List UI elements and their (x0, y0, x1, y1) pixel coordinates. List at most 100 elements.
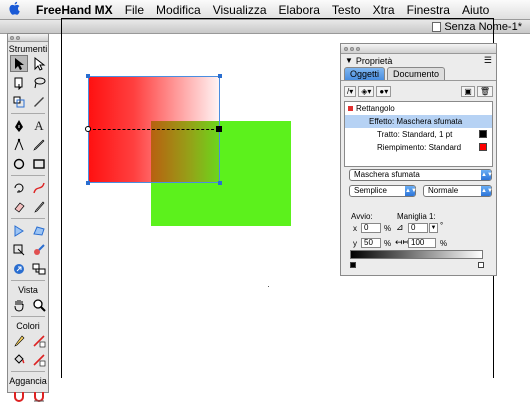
y-label: y (353, 239, 357, 248)
graphic-hose-tool-icon[interactable] (30, 241, 48, 258)
snap-magnet-alt-icon[interactable] (30, 387, 48, 404)
tools-title: Strumenti (8, 44, 48, 54)
y-input[interactable]: 50 (361, 238, 381, 248)
blend-mode-value: Normale (428, 186, 459, 195)
canvas-speck (268, 286, 269, 287)
list-item[interactable]: Tratto: Standard, 1 pt (345, 128, 492, 141)
attribute-list: Rettangolo Effetto: Maschera sfumata Tra… (344, 101, 493, 167)
add-fill-icon[interactable]: ◈▾ (358, 86, 375, 97)
chevron-down-icon: ▲▼ (481, 186, 493, 196)
list-item[interactable]: Riempimento: Standard (345, 141, 492, 154)
freeform-tool-icon[interactable] (30, 179, 48, 196)
eraser-tool-icon[interactable] (10, 198, 28, 215)
angle-input[interactable]: 0 (408, 223, 428, 233)
gradient-start-handle[interactable] (85, 126, 91, 132)
menu-elabora[interactable]: Elabora (273, 3, 326, 17)
tab-documento[interactable]: Documento (387, 67, 446, 80)
selection-handle-bl[interactable] (86, 181, 90, 185)
chart-tool-icon[interactable] (10, 260, 28, 277)
angle-dropdown-icon[interactable]: ▼ (429, 223, 438, 233)
lasso-tool-icon[interactable] (30, 74, 48, 91)
properties-header[interactable]: ▼ Proprietà ☰ (341, 54, 496, 67)
duplicate-attribute-icon[interactable]: ▣ (461, 86, 475, 97)
stroke-color-icon[interactable] (10, 332, 28, 349)
pencil-tool-icon[interactable] (30, 136, 48, 153)
attribute-label: Effetto: Maschera sfumata (369, 117, 463, 126)
stroke-color-swatch[interactable] (479, 130, 487, 138)
rotate-tool-icon[interactable] (10, 179, 28, 196)
page-tool-icon[interactable] (10, 74, 28, 91)
colori-section-title: Colori (16, 321, 40, 331)
gradient-ramp[interactable] (350, 250, 483, 259)
menu-visualizza[interactable]: Visualizza (207, 3, 273, 17)
properties-titlebar[interactable] (341, 44, 496, 54)
selection-handle-br[interactable] (218, 181, 222, 185)
stroke-swatch-icon[interactable] (30, 332, 48, 349)
selection-handle-tl[interactable] (86, 74, 90, 78)
list-item[interactable]: Effetto: Maschera sfumata (345, 115, 492, 128)
panel-options-icon[interactable]: ☰ (484, 55, 492, 66)
hand-tool-icon[interactable] (10, 296, 28, 313)
delete-attribute-icon[interactable]: 🗑 (476, 86, 493, 97)
minimize-icon[interactable] (16, 35, 20, 40)
menu-modifica[interactable]: Modifica (150, 3, 207, 17)
action-tool-icon[interactable] (30, 260, 48, 277)
text-tool-icon[interactable]: A (30, 117, 48, 134)
selection-handle-tr[interactable] (218, 74, 222, 78)
gradient-stop-end[interactable] (478, 262, 484, 268)
add-effect-icon[interactable]: ●▾ (376, 86, 392, 97)
attribute-label: Riempimento: Standard (377, 143, 462, 152)
length-percent-label: % (440, 239, 448, 248)
menu-xtra[interactable]: Xtra (367, 3, 401, 17)
blend-mode-select[interactable]: Normale ▲▼ (423, 185, 493, 197)
effect-type-select[interactable]: Maschera sfumata ▲▼ (349, 169, 493, 181)
menu-testo[interactable]: Testo (326, 3, 367, 17)
envelope-tool-icon[interactable] (30, 222, 48, 239)
menu-finestra[interactable]: Finestra (401, 3, 456, 17)
avvio-label: Avvio: (351, 212, 373, 221)
menu-aiuto[interactable]: Aiuto (456, 3, 495, 17)
effect-type-value: Maschera sfumata (354, 170, 420, 179)
collapse-triangle-icon[interactable]: ▼ (345, 56, 353, 65)
chevron-down-icon: ▲▼ (405, 186, 417, 196)
close-icon[interactable] (344, 46, 348, 51)
bezigon-tool-icon[interactable] (10, 136, 28, 153)
vista-section-title: Vista (18, 285, 38, 295)
ellipse-tool-icon[interactable] (10, 155, 28, 172)
scale-tool-icon[interactable] (10, 93, 28, 110)
snap-magnet-icon[interactable] (10, 387, 28, 404)
tab-oggetti[interactable]: Oggetti (344, 67, 386, 80)
gradient-end-handle[interactable] (216, 126, 222, 132)
fill-color-icon[interactable] (10, 351, 28, 368)
connector-tool-icon[interactable] (10, 222, 28, 239)
close-icon[interactable] (10, 35, 14, 40)
pointer-tool-icon[interactable] (10, 55, 28, 72)
subselect-tool-icon[interactable] (30, 55, 48, 72)
pen-tool-icon[interactable] (10, 117, 28, 134)
minimize-icon[interactable] (350, 46, 354, 51)
fill-color-swatch[interactable] (479, 143, 487, 151)
angle-icon: ⊿ (396, 222, 404, 232)
gradient-type-select[interactable]: Semplice ▲▼ (349, 185, 417, 197)
zoom-icon[interactable] (356, 46, 360, 51)
gradient-direction-line (88, 129, 219, 130)
x-input[interactable]: 0 (361, 223, 381, 233)
y-percent-label: % (384, 239, 392, 248)
attribute-label: Tratto: Standard, 1 pt (377, 130, 453, 139)
rectangle-tool-icon[interactable] (30, 155, 48, 172)
fill-swatch-icon[interactable] (30, 351, 48, 368)
list-item[interactable]: Rettangolo (345, 102, 492, 115)
rectangle-object-icon (348, 106, 353, 111)
apple-menu-icon[interactable] (0, 1, 30, 18)
eyedropper-tool-icon[interactable] (30, 93, 48, 110)
properties-title: Proprietà (355, 55, 393, 66)
length-input[interactable]: 100 (408, 238, 436, 248)
tools-panel-titlebar[interactable] (8, 34, 48, 42)
menu-file[interactable]: File (119, 3, 150, 17)
menu-app-freehand[interactable]: FreeHand MX (30, 3, 119, 17)
add-stroke-icon[interactable]: /▾ (344, 86, 357, 97)
zoom-tool-icon[interactable] (30, 296, 48, 313)
knife-tool-icon[interactable] (30, 198, 48, 215)
trace-tool-icon[interactable] (10, 241, 28, 258)
gradient-stop-start[interactable] (350, 262, 356, 268)
